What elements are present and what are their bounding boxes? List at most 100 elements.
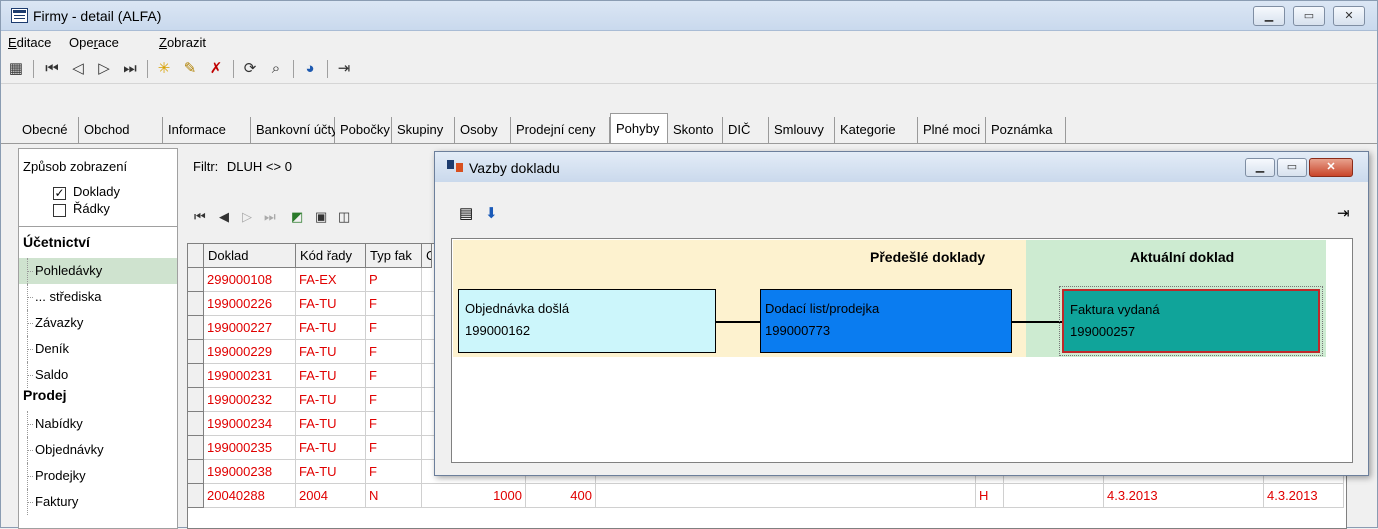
prev-icon[interactable]: ◀ [219, 209, 229, 225]
nav-item[interactable]: Pohledávky [19, 258, 177, 284]
minimize-button[interactable]: ▁ [1253, 6, 1285, 26]
tab-plné-moci[interactable]: Plné moci [918, 117, 986, 143]
column-header[interactable]: C [422, 244, 432, 268]
grid-cell[interactable]: 400 [526, 484, 596, 508]
list-view-icon[interactable]: ▤ [459, 204, 473, 222]
grid-cell[interactable]: 4.3.2013 [1104, 484, 1264, 508]
tab-informace[interactable]: Informace [163, 117, 251, 143]
close-button[interactable]: ✕ [1333, 6, 1365, 26]
chart-icon[interactable]: ◩ [291, 209, 303, 225]
maximize-button[interactable]: ▭ [1293, 6, 1325, 26]
doc-dodaci-list[interactable]: Dodací list/prodejka 199000773 [760, 289, 1012, 353]
prev-record-icon[interactable]: ◁ [67, 58, 89, 80]
row-selector[interactable] [188, 316, 204, 340]
tab-pohyby[interactable]: Pohyby [610, 113, 668, 143]
grid-cell[interactable]: 1000 [422, 484, 526, 508]
grid-cell[interactable]: N [366, 484, 422, 508]
grid-cell[interactable]: F [366, 316, 422, 340]
dialog-title-bar[interactable]: Vazby dokladu ▁ ▭ ✕ [435, 152, 1368, 182]
nav-item[interactable]: Saldo [19, 362, 177, 388]
dialog-exit-icon[interactable]: ⇥ [1337, 204, 1350, 222]
new-record-icon[interactable]: ✳ [153, 58, 175, 80]
menu-operace[interactable]: Operace [69, 35, 119, 50]
tab-prodejní-ceny[interactable]: Prodejní ceny [511, 117, 610, 143]
grid-cell[interactable]: P [366, 268, 422, 292]
row-selector[interactable] [188, 364, 204, 388]
grid-cell[interactable] [1004, 484, 1104, 508]
tab-kategorie[interactable]: Kategorie [835, 117, 918, 143]
row-selector[interactable] [188, 388, 204, 412]
row-selector[interactable] [188, 412, 204, 436]
last-record-icon[interactable]: ⏭ [119, 58, 141, 80]
links-icon[interactable]: ◫ [338, 209, 350, 225]
refresh-icon[interactable]: ⟳ [239, 58, 261, 80]
grid-cell[interactable]: F [366, 412, 422, 436]
grid-cell[interactable]: F [366, 292, 422, 316]
tab-skupiny[interactable]: Skupiny [392, 117, 455, 143]
delete-record-icon[interactable]: ✗ [205, 58, 227, 80]
dialog-maximize-button[interactable]: ▭ [1277, 158, 1307, 177]
grid-cell[interactable]: FA-TU [296, 292, 366, 316]
calculator-icon[interactable]: ▣ [315, 209, 327, 225]
grid-cell[interactable] [596, 484, 976, 508]
next-record-icon[interactable]: ▷ [93, 58, 115, 80]
save-download-icon[interactable]: ⬇ [485, 204, 498, 222]
grid-cell[interactable]: F [366, 340, 422, 364]
grid-cell[interactable]: 20040288 [204, 484, 296, 508]
grid-cell[interactable]: H [976, 484, 1004, 508]
title-bar[interactable]: Firmy - detail (ALFA) ▁ ▭ ✕ [1, 1, 1377, 31]
grid-cell[interactable]: 4.3.2013 [1264, 484, 1344, 508]
doklady-checkbox[interactable]: ✓ [53, 187, 66, 200]
grid-cell[interactable]: 199000229 [204, 340, 296, 364]
grid-cell[interactable]: FA-TU [296, 388, 366, 412]
last-icon[interactable]: ⏭ [264, 209, 276, 225]
tab-bankovní-účty[interactable]: Bankovní účty [251, 117, 338, 143]
row-selector[interactable] [188, 268, 204, 292]
edit-record-icon[interactable]: ✎ [179, 58, 201, 80]
grid-cell[interactable]: FA-TU [296, 412, 366, 436]
first-record-icon[interactable]: ⏮ [41, 58, 63, 80]
tab-skonto[interactable]: Skonto [668, 117, 723, 143]
grid-cell[interactable]: 199000231 [204, 364, 296, 388]
tab-poznámka[interactable]: Poznámka [986, 117, 1066, 143]
nav-item[interactable]: Objednávky [19, 437, 177, 463]
menu-editace[interactable]: Editace [8, 35, 51, 50]
grid-cell[interactable]: F [366, 436, 422, 460]
row-selector[interactable] [188, 460, 204, 484]
globe-icon[interactable]: ◕ [299, 58, 321, 80]
grid-cell[interactable]: 199000226 [204, 292, 296, 316]
doc-objednavka[interactable]: Objednávka došlá 199000162 [458, 289, 716, 353]
grid-cell[interactable]: FA-TU [296, 436, 366, 460]
next-icon[interactable]: ▷ [242, 209, 252, 225]
grid-cell[interactable]: 199000235 [204, 436, 296, 460]
grid-cell[interactable]: 199000232 [204, 388, 296, 412]
dialog-minimize-button[interactable]: ▁ [1245, 158, 1275, 177]
tab-smlouvy[interactable]: Smlouvy [769, 117, 835, 143]
grid-cell[interactable]: FA-TU [296, 316, 366, 340]
doc-faktura[interactable]: Faktura vydaná 199000257 [1059, 286, 1323, 356]
nav-item[interactable]: ... střediska [19, 284, 177, 310]
grid-cell[interactable]: 299000108 [204, 268, 296, 292]
menu-zobrazit[interactable]: Zobrazit [159, 35, 206, 50]
grid-cell[interactable]: F [366, 364, 422, 388]
tab-pobočky[interactable]: Pobočky [335, 117, 392, 143]
tab-obecné[interactable]: Obecné [17, 117, 79, 143]
binoculars-icon[interactable]: ⌕ [265, 58, 287, 80]
grid-cell[interactable]: FA-TU [296, 460, 366, 484]
column-header[interactable]: Kód řady [296, 244, 366, 268]
row-selector[interactable] [188, 340, 204, 364]
grid-cell[interactable]: F [366, 460, 422, 484]
row-selector[interactable] [188, 484, 204, 508]
nav-item[interactable]: Závazky [19, 310, 177, 336]
row-selector[interactable] [188, 292, 204, 316]
grid-cell[interactable]: F [366, 388, 422, 412]
row-selector[interactable] [188, 436, 204, 460]
first-icon[interactable]: ⏮ [194, 209, 206, 225]
grid-cell[interactable]: 2004 [296, 484, 366, 508]
exit-door-icon[interactable]: ⇥ [333, 58, 355, 80]
tab-dič[interactable]: DIČ [723, 117, 769, 143]
column-header[interactable]: Doklad [204, 244, 296, 268]
nav-item[interactable]: Faktury [19, 489, 177, 515]
nav-item[interactable]: Nabídky [19, 411, 177, 437]
grid-cell[interactable]: 199000227 [204, 316, 296, 340]
